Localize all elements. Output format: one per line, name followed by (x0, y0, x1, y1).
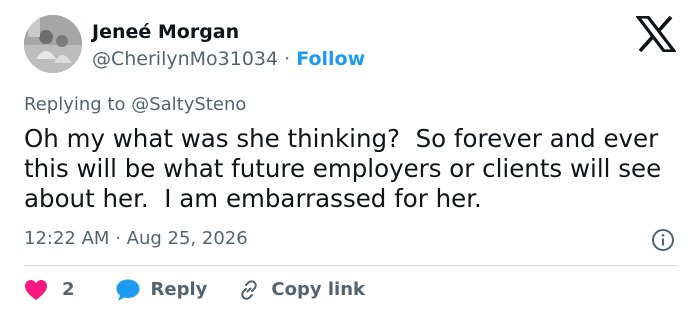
replying-to-prefix: Replying to (24, 94, 126, 115)
follow-button[interactable]: Follow (296, 48, 365, 70)
divider (24, 265, 678, 266)
info-icon[interactable] (651, 228, 675, 252)
tweet-date: Aug 25, 2026 (126, 228, 248, 249)
copy-link-label: Copy link (271, 279, 365, 300)
replying-to: Replying to @SaltySteno (24, 93, 246, 117)
reply-button[interactable]: Reply (115, 278, 208, 302)
tweet-time: 12:22 AM (24, 228, 110, 249)
like-count: 2 (62, 279, 75, 300)
action-bar: 2 Reply Copy link (24, 276, 391, 304)
replying-to-mention[interactable]: @SaltySteno (131, 94, 246, 115)
author-handle-line: @CherilynMo31034 · Follow (92, 47, 365, 71)
like-button[interactable]: 2 (24, 278, 75, 302)
heart-icon (25, 280, 47, 300)
tweet-text: Oh my what was she thinking? So forever … (24, 124, 669, 213)
speech-bubble-icon (116, 279, 140, 301)
avatar[interactable] (24, 15, 82, 73)
reply-label: Reply (150, 279, 208, 300)
avatar-photo (24, 15, 82, 73)
copy-link-button[interactable]: Copy link (237, 278, 365, 302)
tweet-card: Jeneé Morgan @CherilynMo31034 · Follow R… (0, 0, 700, 318)
author-handle[interactable]: @CherilynMo31034 (92, 48, 278, 70)
x-logo-icon[interactable] (636, 16, 676, 52)
link-icon (241, 280, 258, 300)
handle-separator: · (284, 48, 291, 70)
timestamp-separator: · (115, 228, 121, 249)
tweet-timestamp[interactable]: 12:22 AM · Aug 25, 2026 (24, 227, 248, 251)
author-name[interactable]: Jeneé Morgan (92, 20, 239, 44)
